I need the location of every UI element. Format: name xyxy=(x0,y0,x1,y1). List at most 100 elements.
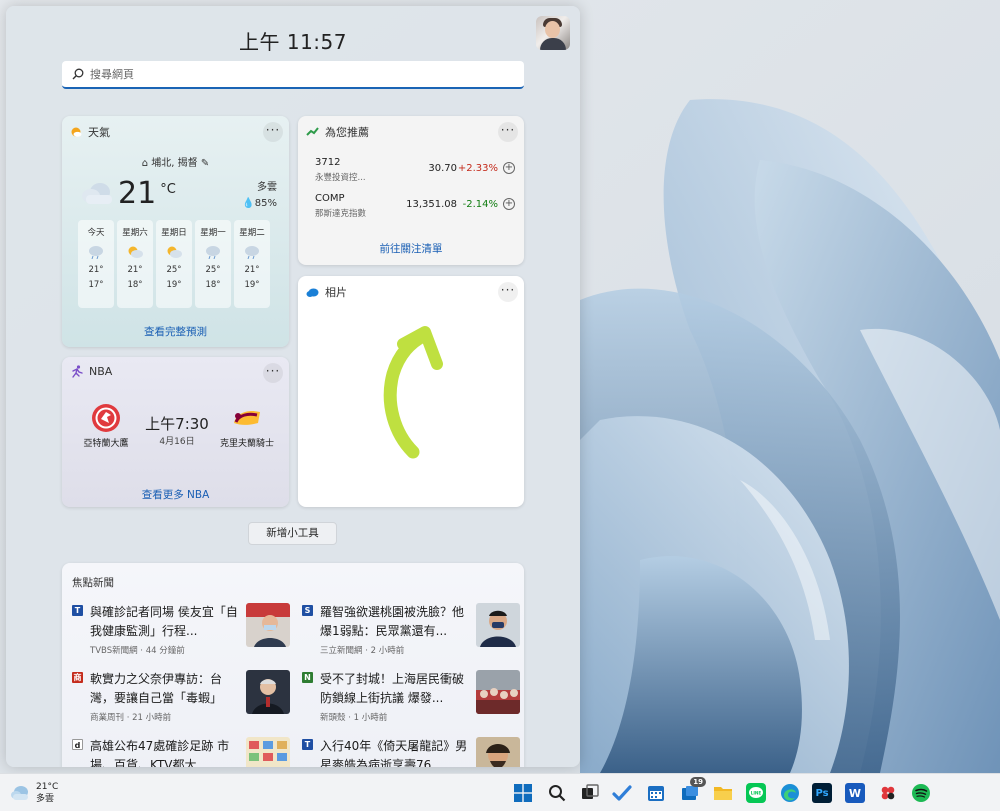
add-stock-icon[interactable]: + xyxy=(503,198,515,210)
team-cavaliers[interactable]: 克里夫蘭騎士 xyxy=(217,403,277,449)
outlook-icon[interactable]: 19 xyxy=(680,777,706,803)
taskbar-weather-condition: 多雲 xyxy=(36,794,55,804)
forecast-day[interactable]: 星期二 21° 19° xyxy=(234,220,270,308)
team-hawks[interactable]: 亞特蘭大鷹 xyxy=(78,403,134,449)
add-stock-icon[interactable]: + xyxy=(503,162,515,174)
search-input[interactable] xyxy=(90,67,510,81)
news-section-title: 焦點新聞 xyxy=(72,577,114,589)
sports-runner-icon xyxy=(72,365,83,378)
windows-start-icon[interactable] xyxy=(513,783,533,803)
weather-more-button[interactable]: ··· xyxy=(263,122,283,142)
setn-source-icon: S xyxy=(302,605,313,616)
taskbar-weather-temp: 21°C xyxy=(36,782,59,792)
weather-condition: 多雲 💧85% xyxy=(242,180,277,212)
forecast-day-name: 星期一 xyxy=(200,228,226,238)
widgets-panel: 上午 11:57 天氣 ··· ⌂ 埔北, 揭督 ✎ xyxy=(6,6,580,767)
forecast-high: 21° xyxy=(244,265,260,275)
team1-name: 亞特蘭大鷹 xyxy=(83,439,129,449)
forecast-day[interactable]: 今天 21° 17° xyxy=(78,220,114,308)
news-thumbnail xyxy=(476,737,520,767)
stock-symbol: COMP xyxy=(315,193,345,204)
todo-icon[interactable] xyxy=(612,783,632,803)
forecast-low: 18° xyxy=(205,280,221,290)
nba-more-link[interactable]: 查看更多 NBA xyxy=(62,487,289,502)
nba-more-button[interactable]: ··· xyxy=(263,363,283,383)
home-icon: ⌂ xyxy=(141,158,149,169)
line-icon[interactable]: LINE xyxy=(746,783,766,803)
news-thumbnail xyxy=(476,670,520,714)
search-box[interactable] xyxy=(62,61,524,89)
photos-widget[interactable]: 相片 ··· xyxy=(298,276,524,507)
stock-symbol: 3712 xyxy=(315,157,341,168)
news-meta: TVBS新聞網 · 44 分鐘前 xyxy=(90,646,185,656)
raindrop-icon: 💧 xyxy=(242,198,255,209)
watchlist-link[interactable]: 前往關注清單 xyxy=(298,241,524,256)
forecast-high: 21° xyxy=(88,265,104,275)
user-avatar[interactable] xyxy=(536,16,570,50)
news-thumbnail xyxy=(246,603,290,647)
taskbar: 21°C 多雲 19 LINE Ps W xyxy=(0,773,1000,811)
spotify-icon[interactable] xyxy=(911,783,931,803)
business-weekly-source-icon: 商 xyxy=(72,672,83,683)
rain-cloud-icon xyxy=(234,241,270,263)
weather-title: 天氣 xyxy=(88,126,110,139)
forecast-high: 25° xyxy=(205,265,221,275)
sun-cloud-icon xyxy=(156,241,192,263)
file-explorer-icon[interactable] xyxy=(713,783,733,803)
forecast-low: 18° xyxy=(127,280,143,290)
weather-location[interactable]: ⌂ 埔北, 揭督 ✎ xyxy=(62,154,289,169)
nba-widget[interactable]: NBA ··· 亞特蘭大鷹 上午7:30 4月16日 克里夫蘭騎士 查看更多 N… xyxy=(62,357,289,507)
weather-forecast-link[interactable]: 查看完整預測 xyxy=(62,324,289,339)
stock-change: -2.14% xyxy=(462,199,498,210)
stock-name: 永豐投資控... xyxy=(315,173,366,183)
news-headline: 羅智強欲選桃園被洗臉？他爆1弱點：民眾黨還有... xyxy=(320,605,465,638)
taskbar-weather[interactable]: 21°C 多雲 xyxy=(10,781,58,805)
news-meta: 商業周刊 · 21 小時前 xyxy=(90,713,172,723)
forecast-day-name: 星期二 xyxy=(239,228,265,238)
tvbs-source-icon: T xyxy=(72,605,83,616)
photos-more-button[interactable]: ··· xyxy=(498,282,518,302)
newtalk-source-icon: N xyxy=(302,672,313,683)
stocks-widget[interactable]: 為您推薦 ··· 3712 永豐投資控... 30.70 +2.33% + CO… xyxy=(298,116,524,265)
forecast-row: 今天 21° 17° 星期六 21° 18° 星期日 25° 19° 星期一 2… xyxy=(78,220,270,308)
edit-pencil-icon[interactable]: ✎ xyxy=(201,158,209,169)
photos-title: 相片 xyxy=(325,286,347,299)
line-icon-label: LINE xyxy=(751,791,762,796)
forecast-day[interactable]: 星期日 25° 19° xyxy=(156,220,192,308)
forecast-day[interactable]: 星期六 21° 18° xyxy=(117,220,153,308)
weather-temperature: 21 °C xyxy=(118,176,176,211)
news-item[interactable]: T 與確診記者同場 侯友宜「自我健康監測」行程... TVBS新聞網 · 44 … xyxy=(72,603,294,665)
cloud-icon xyxy=(11,786,28,800)
search-icon[interactable] xyxy=(547,783,567,803)
photoshop-icon[interactable]: Ps xyxy=(812,783,832,803)
news-item[interactable]: d 高雄公布47處確診足跡 市場、百貨、KTV都大... xyxy=(72,737,294,767)
stock-trend-icon xyxy=(306,127,319,136)
forecast-day[interactable]: 星期一 25° 18° xyxy=(195,220,231,308)
stock-price: 13,351.08 xyxy=(406,199,457,210)
weather-temp-value: 21 xyxy=(118,176,157,211)
news-item[interactable]: 商 軟實力之父奈伊專訪：台灣，要讓自己當「毒蝦」 商業周刊 · 21 小時前 xyxy=(72,670,294,732)
forecast-low: 19° xyxy=(244,280,260,290)
news-item[interactable]: S 羅智強欲選桃園被洗臉？他爆1弱點：民眾黨還有... 三立新聞網 · 2 小時… xyxy=(302,603,524,665)
word-icon[interactable]: W xyxy=(845,783,865,803)
weather-widget[interactable]: 天氣 ··· ⌂ 埔北, 揭督 ✎ 21 °C 多雲 💧85% 今天 21° 17… xyxy=(62,116,289,347)
tvbs-source-icon: T xyxy=(302,739,313,750)
weather-condition-text: 多雲 xyxy=(257,182,277,193)
add-widget-button[interactable]: 新增小工具 xyxy=(248,522,337,545)
news-meta: 三立新聞網 · 2 小時前 xyxy=(320,646,405,656)
game-time: 上午7:30 xyxy=(145,415,209,433)
news-item[interactable]: N 受不了封城！上海居民衝破防鎖線上街抗議 爆發... 新頭殼 · 1 小時前 xyxy=(302,670,524,732)
team2-name: 克里夫蘭騎士 xyxy=(219,439,274,449)
news-item[interactable]: T 入行40年《倚天屠龍記》男星麥皓為病逝享壽76... xyxy=(302,737,524,767)
calendar-icon[interactable] xyxy=(646,783,666,803)
photo-arrow-drawing xyxy=(383,326,443,459)
stock-row[interactable]: 3712 永豐投資控... 30.70 +2.33% + xyxy=(315,157,515,187)
weather-sun-cloud-icon xyxy=(71,127,82,137)
edge-icon[interactable] xyxy=(780,783,800,803)
app-icon[interactable] xyxy=(878,783,898,803)
notification-badge: 19 xyxy=(690,777,706,787)
stock-name: 那斯達克指數 xyxy=(315,209,367,219)
stocks-more-button[interactable]: ··· xyxy=(498,122,518,142)
stock-row[interactable]: COMP 那斯達克指數 13,351.08 -2.14% + xyxy=(315,193,515,223)
task-view-icon[interactable] xyxy=(580,783,600,803)
